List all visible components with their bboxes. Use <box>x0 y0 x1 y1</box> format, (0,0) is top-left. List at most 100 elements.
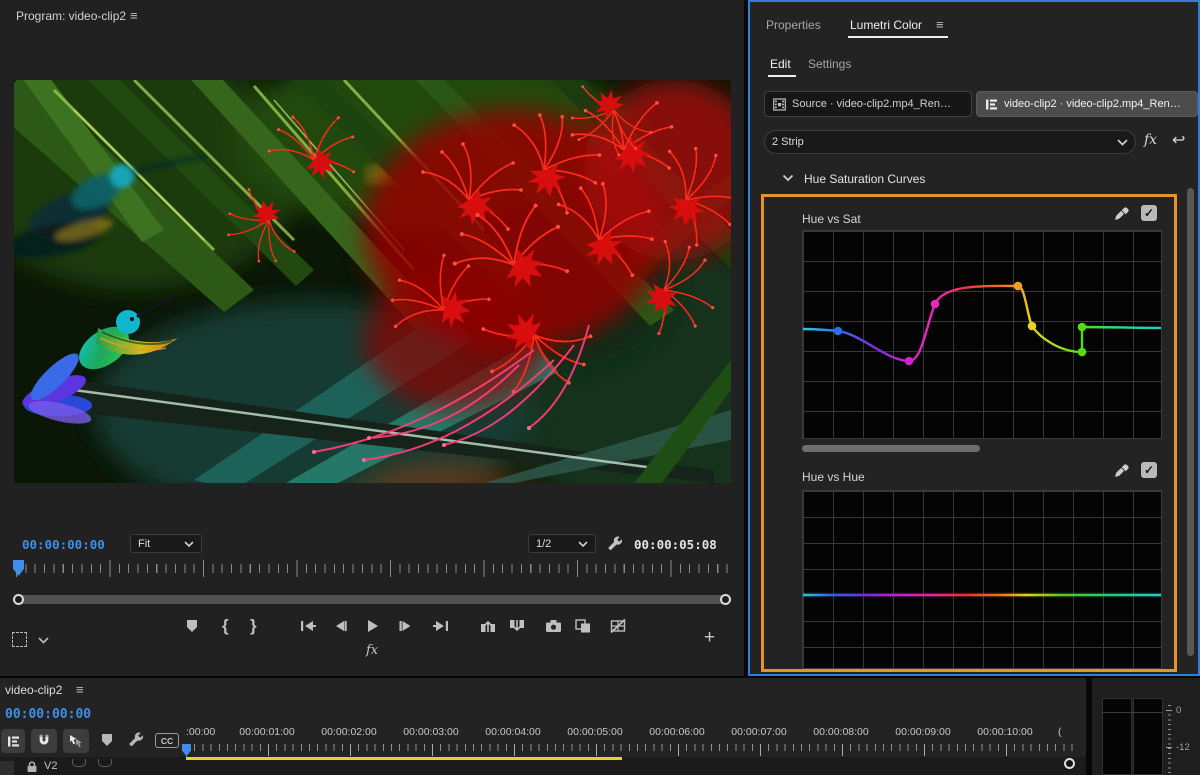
curve-control-point[interactable] <box>834 327 843 336</box>
tab-edit[interactable]: Edit <box>770 57 791 71</box>
track-v2-label[interactable]: V2 <box>44 760 57 772</box>
sequence-clip-label: video-clip2 · video-clip2.mp4_Ren… <box>1004 98 1181 110</box>
curve-control-point[interactable] <box>1014 282 1023 291</box>
curve-control-point[interactable] <box>1078 348 1087 357</box>
curve-control-point[interactable] <box>1078 323 1087 332</box>
sequence-clip-button-selected[interactable]: video-clip2 · video-clip2.mp4_Ren… <box>976 91 1198 117</box>
source-clip-label: Source · video-clip2.mp4_Ren… <box>792 98 951 110</box>
program-monitor-panel: Program: video-clip2 ≡ <box>0 0 744 676</box>
step-forward-icon[interactable] <box>398 620 413 632</box>
section-title-hue-saturation-curves[interactable]: Hue Saturation Curves <box>804 172 925 186</box>
add-button[interactable]: + <box>704 627 715 649</box>
meter-tick-0 <box>1166 710 1172 711</box>
meter-label-minus12: -12 <box>1176 742 1190 753</box>
curve-control-point[interactable] <box>931 300 940 309</box>
program-time-ruler[interactable] <box>0 558 744 586</box>
track-toggle-partial-icon[interactable] <box>72 759 86 767</box>
program-zoom-scrollbar[interactable] <box>14 595 730 604</box>
playback-resolution-select[interactable]: 1/2 <box>528 534 596 553</box>
ruler-label: 00:00:02:00 <box>321 726 376 738</box>
program-current-timecode[interactable]: 00:00:00:00 <box>22 537 105 552</box>
mark-out-icon[interactable]: } <box>250 616 257 636</box>
timeline-ruler[interactable] <box>186 744 1076 756</box>
go-to-out-icon[interactable] <box>432 620 449 632</box>
ruler-label: 00:00:04:00 <box>485 726 540 738</box>
hue-vs-hue-curve-grid[interactable] <box>802 490 1162 669</box>
transport-bar: { } fx + <box>0 612 744 662</box>
go-to-in-icon[interactable] <box>300 620 317 632</box>
hue-vs-hue-enable-checkbox[interactable]: ✓ <box>1141 462 1157 478</box>
eyedropper-icon[interactable] <box>1114 462 1131 479</box>
source-clip-button[interactable]: Source · video-clip2.mp4_Ren… <box>764 91 972 117</box>
chevron-down-icon <box>578 541 588 547</box>
track-toggle-partial-icon[interactable] <box>98 759 112 767</box>
track-lock-icon[interactable] <box>26 761 38 773</box>
ruler-label: 00:00:09:00 <box>895 726 950 738</box>
track-source-assign-partial[interactable] <box>0 761 14 775</box>
ruler-label: 00:00:06:00 <box>649 726 704 738</box>
play-button-icon[interactable] <box>366 619 379 633</box>
ruler-label-first: :00:00 <box>186 726 215 738</box>
curve-title-hue-vs-hue: Hue vs Hue <box>802 470 865 484</box>
sequence-icon <box>985 98 998 111</box>
mark-in-icon[interactable]: { <box>222 616 229 636</box>
program-panel-menu-icon[interactable]: ≡ <box>130 9 138 22</box>
step-back-icon[interactable] <box>333 620 348 632</box>
fx-toggle-icon[interactable]: fx <box>1144 132 1157 148</box>
fx-badge[interactable]: fx <box>366 643 378 658</box>
ruler-label: 00:00:01:00 <box>239 726 294 738</box>
lumetri-preset-select[interactable]: 2 Strip <box>764 130 1136 154</box>
checkmark-icon: ✓ <box>1144 463 1154 477</box>
eyedropper-icon[interactable] <box>1114 205 1131 222</box>
meter-label-0: 0 <box>1176 705 1181 716</box>
active-tab-underline <box>848 36 948 38</box>
program-panel-title: Program: video-clip2 <box>16 9 126 23</box>
clip-duration-bar[interactable] <box>186 757 622 760</box>
timeline-panel-menu-icon[interactable]: ≡ <box>76 683 84 696</box>
chevron-down-icon[interactable] <box>38 637 49 644</box>
section-chevron-down-icon[interactable] <box>782 174 794 182</box>
zoom-handle-right[interactable] <box>720 594 731 605</box>
meter-tick-minus12 <box>1166 747 1172 748</box>
audio-meter-panel: 0 -12 <box>1092 678 1200 775</box>
zoom-level-select[interactable]: Fit <box>130 534 202 553</box>
checkmark-icon: ✓ <box>1144 206 1154 220</box>
audio-meter-bar-left <box>1102 698 1132 775</box>
hue-vs-sat-enable-checkbox[interactable]: ✓ <box>1141 205 1157 221</box>
comparison-view-icon[interactable] <box>575 619 591 633</box>
timeline-ruler-labels: :00:00 ( 00:00:01:0000:00:02:0000:00:03:… <box>0 726 1086 740</box>
chevron-down-icon <box>1117 139 1128 146</box>
zoom-handle-left[interactable] <box>13 594 24 605</box>
ruler-label: 00:00:03:00 <box>403 726 458 738</box>
hue-vs-sat-curve[interactable] <box>803 231 1161 438</box>
timeline-panel-title[interactable]: video-clip2 <box>5 683 62 697</box>
ruler-label: 00:00:07:00 <box>731 726 786 738</box>
multicam-toggle-off-icon[interactable] <box>610 619 626 633</box>
tab-settings[interactable]: Settings <box>808 57 851 71</box>
tab-lumetri-color[interactable]: Lumetri Color <box>850 18 922 32</box>
timeline-timecode[interactable]: 00:00:00:00 <box>5 707 91 722</box>
hue-vs-sat-curve-grid[interactable] <box>802 230 1162 439</box>
curve-control-point[interactable] <box>905 357 914 366</box>
premiere-app: Program: video-clip2 ≡ <box>0 0 1200 775</box>
reset-effect-icon[interactable]: ↩ <box>1172 130 1185 150</box>
tab-properties[interactable]: Properties <box>766 18 821 32</box>
ruler-label: 00:00:05:00 <box>567 726 622 738</box>
curve-horizontal-scrollbar[interactable] <box>802 445 980 452</box>
extract-icon[interactable] <box>509 619 525 633</box>
ruler-label: 00:00:10:00 <box>977 726 1032 738</box>
meter-scale-ticks <box>1168 705 1171 775</box>
lumetri-panel-menu-icon[interactable]: ≡ <box>936 18 944 31</box>
program-duration-timecode: 00:00:05:08 <box>634 537 717 552</box>
settings-wrench-icon[interactable] <box>606 535 623 552</box>
export-frame-camera-icon[interactable] <box>545 619 562 633</box>
hue-vs-hue-curve[interactable] <box>803 491 1161 668</box>
lift-icon[interactable] <box>480 619 496 633</box>
timeline-track-area[interactable] <box>0 757 1086 775</box>
active-subtab-underline <box>768 75 796 77</box>
curve-control-point[interactable] <box>1028 322 1037 331</box>
add-marker-icon[interactable] <box>186 619 198 633</box>
timeline-scrollbar-handle[interactable] <box>1064 758 1075 769</box>
export-region-marquee-icon[interactable] <box>12 632 27 647</box>
panel-vertical-scrollbar[interactable] <box>1187 188 1194 656</box>
